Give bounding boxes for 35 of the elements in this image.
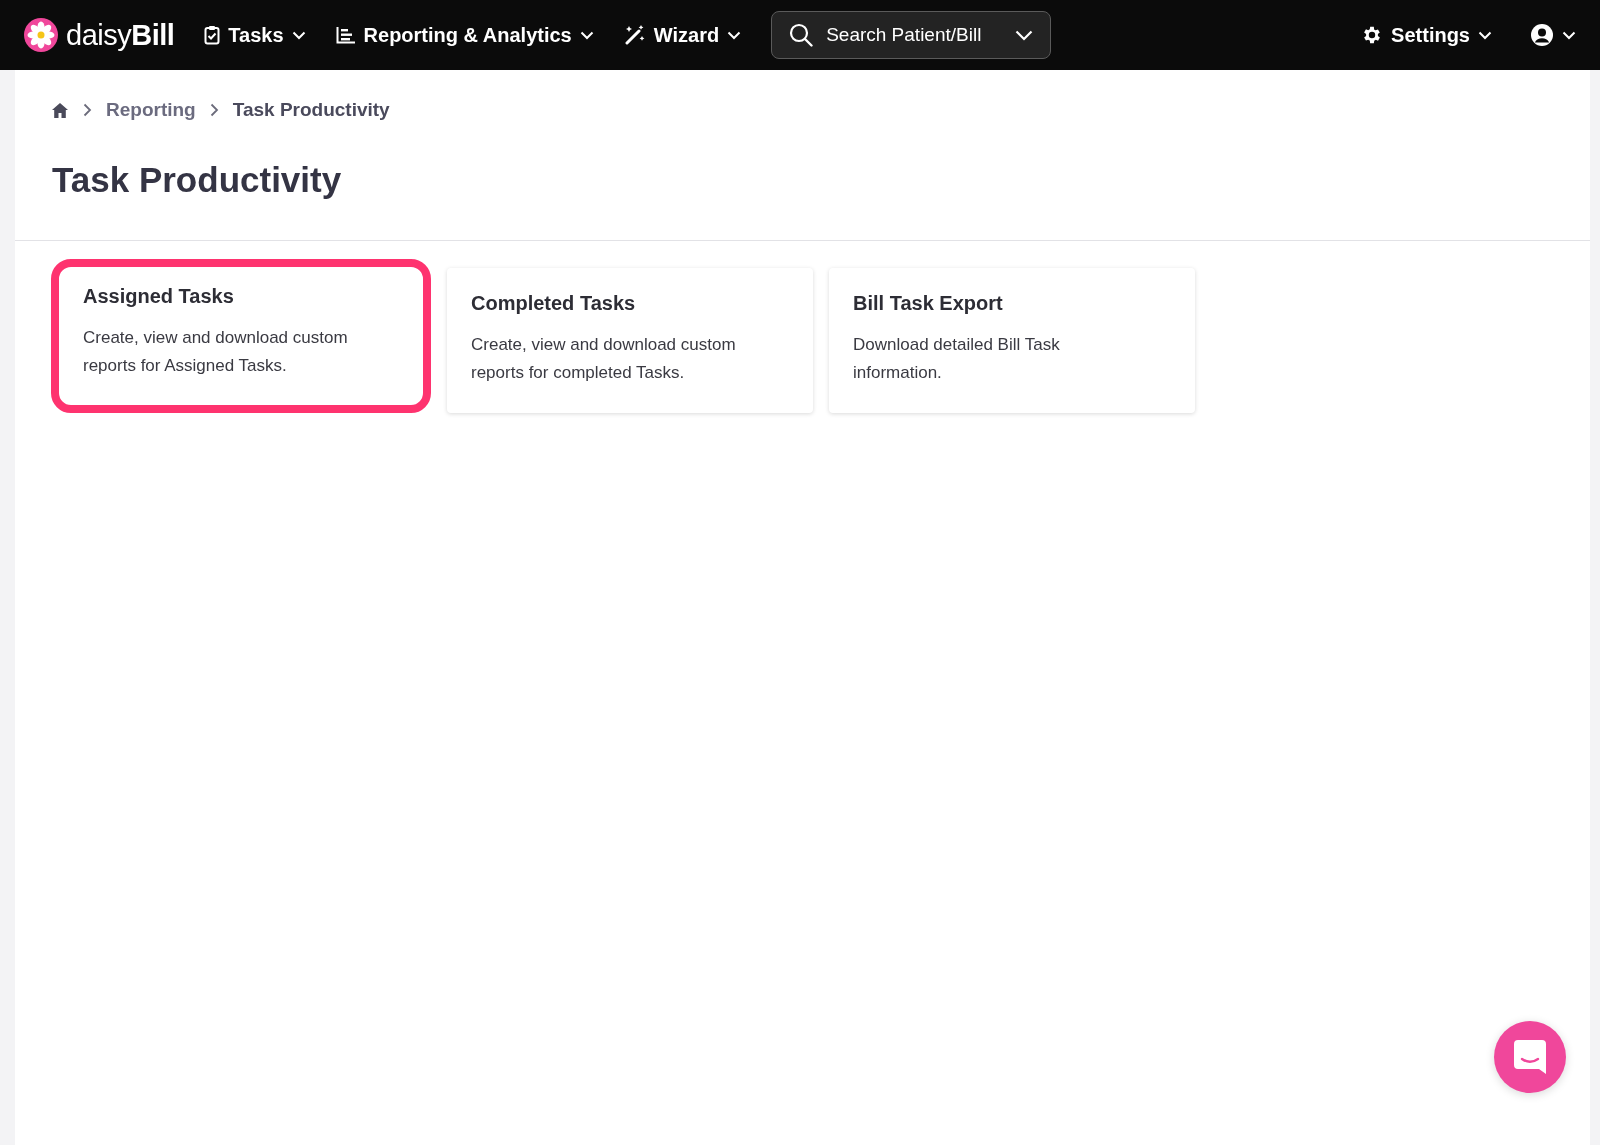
report-card[interactable]: Completed Tasks Create, view and download custom reports for completed Tasks. <box>447 268 813 413</box>
logo-wordmark[interactable]: daisyBill <box>66 18 175 52</box>
user-avatar-icon <box>1530 23 1554 47</box>
chevron-right-icon <box>83 103 92 117</box>
breadcrumb-current: Task Productivity <box>232 99 390 121</box>
settings-menu[interactable]: Settings <box>1361 23 1492 47</box>
report-card[interactable]: Bill Task Export Download detailed Bill Task information. <box>829 268 1195 413</box>
nav-menu[interactable]: Reporting & Analytics <box>335 23 594 47</box>
flower-logo-icon <box>24 18 58 52</box>
chevron-down-icon[interactable] <box>1015 30 1034 41</box>
chevron-down-icon <box>291 30 306 40</box>
chevron-right-icon <box>209 103 219 117</box>
page-title: Task Productivity <box>52 160 343 200</box>
search-icon <box>789 23 814 47</box>
nav-menu[interactable]: Wizard <box>623 23 742 47</box>
chevron-down-icon <box>1562 30 1576 40</box>
report-card[interactable]: Assigned Tasks Create, view and download custom reports for Assigned Tasks. <box>51 259 431 413</box>
search-field[interactable]: Search Patient/Bill <box>771 11 1052 59</box>
card-title: Bill Task Export <box>853 292 1004 315</box>
chevron-down-icon <box>727 30 742 40</box>
bar-chart-icon <box>335 26 356 44</box>
card-title: Assigned Tasks <box>83 285 235 308</box>
card-description: Create, view and download custom reports for completed Tasks. <box>471 334 737 384</box>
chat-bubble-icon <box>1514 1040 1546 1074</box>
chevron-down-icon <box>1478 30 1492 40</box>
chevron-down-icon <box>579 30 594 40</box>
card-title: Completed Tasks <box>471 292 637 315</box>
account-menu[interactable] <box>1530 23 1576 47</box>
magic-wand-icon <box>623 25 646 45</box>
clipboard-icon <box>204 25 221 45</box>
home-icon[interactable] <box>51 101 69 119</box>
breadcrumb-link[interactable]: Reporting <box>106 99 196 121</box>
nav-menu[interactable]: Tasks <box>204 23 306 47</box>
card-description: Create, view and download custom reports for Assigned Tasks. <box>83 327 349 377</box>
card-description: Download detailed Bill Task information. <box>853 334 1061 384</box>
